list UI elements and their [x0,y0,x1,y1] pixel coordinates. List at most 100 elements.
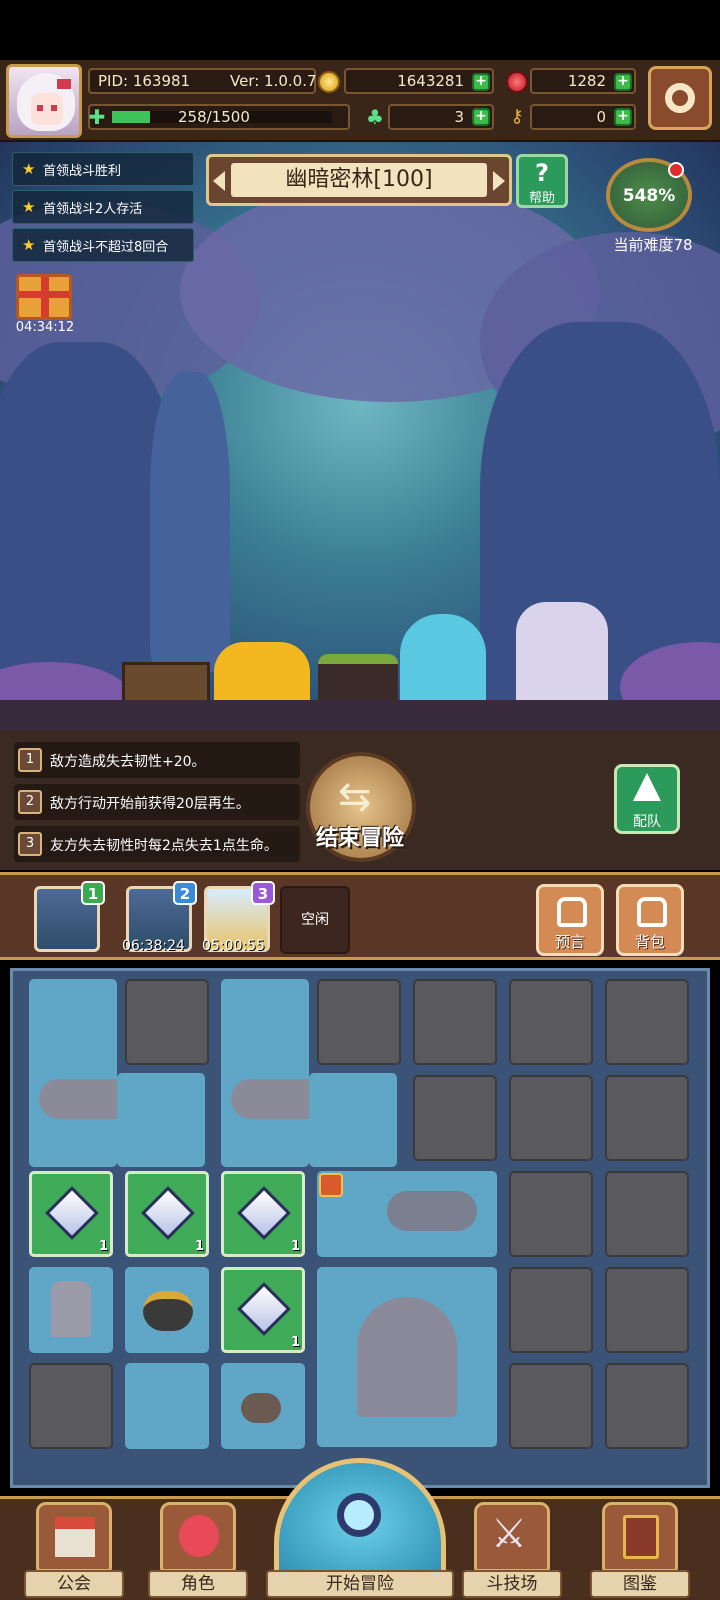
map-tile-log[interactable] [309,1073,397,1167]
map-tile-unexplored[interactable] [413,1075,497,1161]
map-tile-log[interactable] [221,979,391,1167]
nav-character-button[interactable] [160,1502,236,1572]
map-tile-unexplored[interactable] [29,1363,113,1449]
apple-icon [506,71,528,93]
map-grid: 1 1 1 1 [10,968,710,1488]
map-tile-unexplored[interactable] [509,1363,593,1449]
slot-timer: 06:38:24 [122,938,185,954]
star-icon: ★ [22,236,36,254]
star-icon: ★ [22,160,36,178]
slot-bar [0,872,720,960]
stage-title-banner: 幽暗密林[100] [206,154,512,206]
clover-icon: ♣ [366,105,384,129]
add-clover-button[interactable]: + [472,108,490,126]
nav-arena-button[interactable]: ⚔ [474,1502,550,1572]
slot-badge: 2 [173,881,197,905]
prophecy-button[interactable]: 预言 [536,884,604,956]
gear-icon [665,83,695,113]
apple-amount: 1282 [567,72,606,90]
nav-arena-label[interactable]: 斗技场 [462,1570,562,1598]
map-tile-unexplored[interactable] [413,979,497,1065]
help-button[interactable]: ? 帮助 [516,154,568,208]
map-tile-unexplored[interactable] [605,979,689,1065]
nav-codex-button[interactable] [602,1502,678,1572]
key-amount: 0 [596,108,606,126]
help-label: 帮助 [528,191,555,206]
chest-marker-icon [319,1173,343,1197]
rule-item: 3 友方失去韧性时每2点失去1点生命。 [14,826,300,862]
prophecy-icon [557,897,587,927]
map-tile-portal[interactable] [317,1267,497,1447]
crystal-icon [237,1186,291,1240]
key-icon: ⚷ [510,106,524,127]
mushroom-hero-sprite[interactable] [400,614,486,714]
notification-dot [668,162,684,178]
player-avatar[interactable] [6,64,82,138]
nav-guild-label[interactable]: 公会 [24,1570,124,1598]
slot-timer: 05:00:55 [202,938,265,954]
crystal-icon [237,1282,291,1336]
quest-item: ★ 首领战斗不超过8回合 [12,228,194,262]
map-tile-tombstone[interactable] [29,1267,113,1353]
map-tile-unexplored[interactable] [605,1171,689,1257]
map-tile-unexplored[interactable] [125,979,209,1065]
prophecy-label: 预言 [554,933,585,951]
crossed-swords-icon: ⚔ [491,1511,527,1557]
map-tile-cauldron[interactable] [125,1267,209,1353]
crystal-tile[interactable]: 1 [29,1171,113,1257]
gold-coin-icon [318,71,340,93]
add-apple-button[interactable]: + [614,73,632,91]
team-button[interactable]: 配队 [614,764,680,834]
question-icon: ? [535,159,549,187]
end-adventure-label[interactable]: 结束冒险 [290,820,430,852]
version-text: Ver: 1.0.0.7 [230,72,317,90]
arrow-left-icon [213,171,225,191]
exp-fill [112,111,150,123]
crystal-tile[interactable]: 1 [221,1171,305,1257]
map-tile-log[interactable] [29,979,199,1167]
slot-badge: 1 [81,881,105,905]
map-tile-empty[interactable] [125,1363,209,1449]
scene-ground [0,700,720,730]
map-tile-unexplored[interactable] [509,1267,593,1353]
map-tile-unexplored[interactable] [509,1075,593,1161]
idle-slot[interactable]: 空闲 [280,886,350,954]
map-tile-unexplored[interactable] [509,979,593,1065]
start-adventure-label[interactable]: 开始冒险 [266,1570,454,1598]
gold-amount: 1643281 [397,72,464,90]
nav-guild-button[interactable] [36,1502,112,1572]
difficulty-percent: 548% [622,186,676,206]
map-tile-ruins[interactable] [317,1171,497,1257]
team-label: 配队 [633,814,661,830]
guild-icon [55,1517,95,1557]
difficulty-gauge[interactable]: 548% [606,158,692,232]
map-tile-unexplored[interactable] [317,979,401,1065]
nav-codex-label[interactable]: 图鉴 [590,1570,690,1598]
map-tile-chest[interactable] [221,1363,305,1449]
map-tile-unexplored[interactable] [605,1363,689,1449]
crystal-tile[interactable]: 1 [125,1171,209,1257]
return-arrow-icon: ⇆ [338,774,372,820]
backpack-button[interactable]: 背包 [616,884,684,956]
settings-button[interactable] [648,66,712,130]
rule-item: 2 敌方行动开始前获得20层再生。 [14,784,300,820]
crystal-tile[interactable]: 1 [221,1267,305,1353]
exp-clover-icon: ✚ [88,105,106,129]
bunny-hero-sprite[interactable] [516,602,608,712]
map-tile-unexplored[interactable] [605,1075,689,1161]
quest-item: ★ 首领战斗2人存活 [12,190,194,224]
difficulty-label: 当前难度78 [613,236,693,254]
expedition-slot-1[interactable]: 1 [34,881,105,952]
pid-version-panel: PID: 163981 Ver: 1.0.0.7 [88,68,317,94]
map-tile-unexplored[interactable] [605,1267,689,1353]
add-gold-button[interactable]: + [472,73,490,91]
crystal-icon [45,1186,99,1240]
magnifier-icon [337,1493,381,1537]
nav-character-label[interactable]: 角色 [148,1570,248,1598]
backpack-label: 背包 [634,933,665,951]
gift-box-button[interactable] [16,274,72,320]
map-tile-unexplored[interactable] [509,1171,593,1257]
map-tile-log[interactable] [117,1073,205,1167]
arrow-right-icon [493,171,505,191]
add-key-button[interactable]: + [614,108,632,126]
